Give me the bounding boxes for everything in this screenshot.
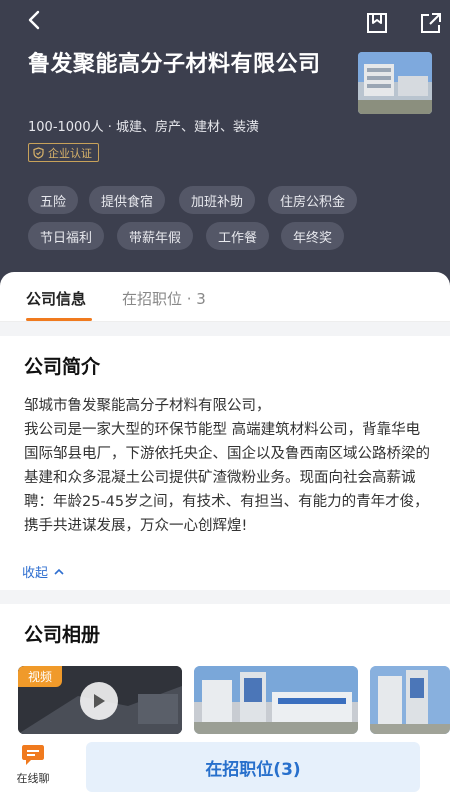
- collapse-label: 收起: [22, 566, 49, 581]
- album-photo[interactable]: [370, 666, 450, 734]
- open-positions-button[interactable]: 在招职位(3): [86, 742, 420, 792]
- share-icon: [421, 13, 441, 33]
- tab-bar: 公司信息 在招职位 · 3: [0, 272, 450, 322]
- album-video[interactable]: 视频: [18, 666, 182, 734]
- tab-company-info[interactable]: 公司信息: [26, 288, 86, 309]
- online-chat-button[interactable]: 在线聊: [8, 744, 58, 794]
- section-divider: [0, 322, 450, 336]
- benefit-tag: 工作餐: [206, 222, 270, 250]
- benefit-tag: 五险: [28, 186, 79, 214]
- collapse-button[interactable]: 收起: [22, 562, 64, 581]
- company-header: 鲁发聚能高分子材料有限公司 100-1000人 · 城建、房产、建材、装潢 企业…: [0, 0, 450, 300]
- company-meta: 100-1000人 · 城建、房产、建材、装潢: [28, 120, 259, 135]
- benefit-tag: 加班补助: [179, 186, 256, 214]
- tab-active-indicator: [26, 318, 92, 321]
- benefit-tag: 住房公积金: [268, 186, 358, 214]
- bottom-action-bar: 在线聊 在招职位(3): [0, 736, 450, 800]
- album-photo[interactable]: [194, 666, 358, 734]
- benefit-tag: 提供食宿: [89, 186, 166, 214]
- bookmark-icon: [367, 13, 387, 33]
- section-divider: [0, 590, 450, 604]
- chat-icon: [22, 745, 44, 765]
- share-button[interactable]: [418, 10, 444, 36]
- bookmark-button[interactable]: [364, 10, 390, 36]
- shield-icon: [33, 146, 44, 159]
- verify-label: 企业认证: [48, 146, 92, 160]
- intro-text: 邹城市鲁发聚能高分子材料有限公司， 我公司是一家大型的环保节能型 高端建筑材料公…: [24, 398, 430, 534]
- verify-badge: 企业认证: [28, 143, 99, 162]
- tab-open-positions[interactable]: 在招职位 · 3: [122, 288, 206, 309]
- company-logo: [358, 52, 432, 114]
- benefit-tag: 带薪年假: [117, 222, 194, 250]
- back-arrow-icon: [28, 10, 40, 30]
- benefit-tag: 年终奖: [281, 222, 345, 250]
- back-button[interactable]: [18, 6, 50, 34]
- video-badge: 视频: [18, 666, 63, 687]
- play-icon: [94, 694, 105, 708]
- album-title: 公司相册: [24, 624, 101, 646]
- play-button[interactable]: [80, 682, 118, 720]
- content-sheet: 公司信息 在招职位 · 3 公司简介 邹城市鲁发聚能高分子材料有限公司， 我公司…: [0, 272, 450, 800]
- chat-label: 在线聊: [16, 772, 50, 785]
- company-name: 鲁发聚能高分子材料有限公司: [28, 52, 321, 77]
- benefit-tag: 节日福利: [28, 222, 105, 250]
- intro-title: 公司简介: [24, 356, 101, 378]
- chevron-up-icon: [54, 568, 64, 575]
